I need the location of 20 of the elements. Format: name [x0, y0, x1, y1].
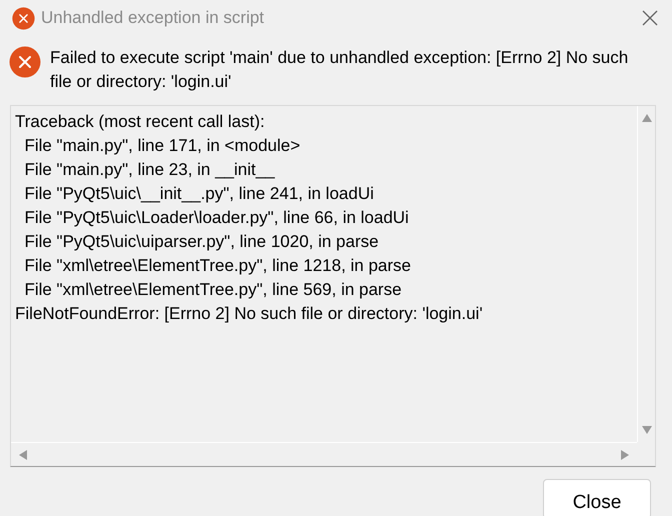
close-icon[interactable] — [642, 10, 658, 26]
close-button[interactable]: Close — [543, 479, 651, 516]
error-message: Failed to execute script 'main' due to unhandled exception: [Errno 2] No such file or directory: 'login.ui' — [50, 47, 630, 93]
traceback-line: File "PyQt5\uic\Loader\loader.py", line 66, in loadUi — [23, 207, 409, 229]
traceback-line: File "main.py", line 23, in __init__ — [23, 159, 275, 181]
traceback-line: FileNotFoundError: [Errno 2] No such file or directory: 'login.ui' — [15, 303, 483, 325]
scroll-right-icon[interactable] — [621, 450, 629, 460]
window-title: Unhandled exception in script — [41, 7, 264, 30]
traceback-line: Traceback (most recent call last): — [15, 111, 265, 133]
traceback-line: File "PyQt5\uic\uiparser.py", line 1020, in parse — [23, 231, 379, 253]
scroll-up-icon[interactable] — [642, 114, 652, 122]
traceback-line: File "main.py", line 171, in <module> — [23, 135, 300, 157]
traceback-line: File "PyQt5\uic\__init__.py", line 241, in loadUi — [23, 183, 374, 205]
error-icon — [9, 46, 41, 78]
error-icon — [12, 6, 35, 30]
traceback-line: File "xml\etree\ElementTree.py", line 1218, in parse — [23, 255, 412, 277]
vertical-scrollbar[interactable] — [637, 106, 655, 442]
scroll-down-icon[interactable] — [642, 426, 652, 434]
traceback-line: File "xml\etree\ElementTree.py", line 569, in parse — [23, 279, 402, 301]
scroll-left-icon[interactable] — [19, 450, 27, 460]
